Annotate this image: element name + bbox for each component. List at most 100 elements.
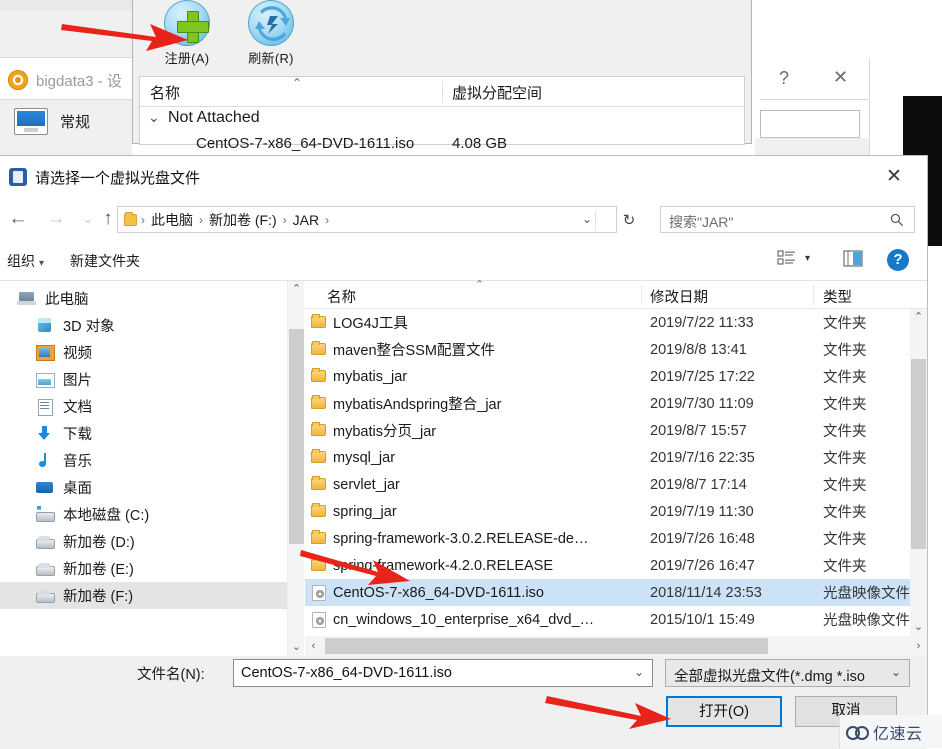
file-list-horizontal-scrollbar[interactable]: ‹ › xyxy=(305,636,927,656)
sidebar-item-music[interactable]: 音乐 xyxy=(0,447,287,474)
refresh-tool-label: 刷新(R) xyxy=(248,51,294,66)
file-name: LOG4J工具 xyxy=(333,316,408,332)
scroll-down-icon[interactable]: ⌄ xyxy=(910,619,927,636)
sidebar-item-desktop[interactable]: 桌面 xyxy=(0,474,287,501)
view-list-icon[interactable] xyxy=(777,249,797,269)
open-button[interactable]: 打开(O) xyxy=(666,696,782,727)
forward-button[interactable]: → xyxy=(43,206,69,232)
table-row[interactable]: spring_jar 2019/7/19 11:30 文件夹 xyxy=(305,498,910,525)
new-folder-button[interactable]: 新建文件夹 xyxy=(70,251,140,271)
register-tool-label: 注册(A) xyxy=(164,51,210,66)
file-list-rows: LOG4J工具 2019/7/22 11:33 文件夹 maven整合SSM配置文件… xyxy=(305,309,910,636)
column-header-type[interactable]: 类型 xyxy=(823,286,852,307)
refresh-icon xyxy=(248,0,294,46)
back-button[interactable]: ← xyxy=(5,206,31,232)
sidebar-label-documents: 文档 xyxy=(63,400,92,416)
scroll-up-icon[interactable]: ⌃ xyxy=(910,309,927,326)
file-name: spring-framework-3.0.2.RELEASE-de… xyxy=(333,530,589,547)
scrollbar-thumb[interactable] xyxy=(911,359,926,549)
table-row[interactable]: spring-framework-3.0.2.RELEASE-de… 2019/7… xyxy=(305,525,910,552)
chevron-down-icon[interactable]: ⌄ xyxy=(148,109,160,126)
sidebar-item-local-disk-c[interactable]: 本地磁盘 (C:) xyxy=(0,501,287,528)
column-header-date[interactable]: 修改日期 xyxy=(650,286,708,307)
column-header-name[interactable]: 名称 xyxy=(327,286,356,307)
chevron-down-icon[interactable]: ⌄ xyxy=(634,665,644,679)
sidebar-item-downloads[interactable]: 下载 xyxy=(0,420,287,447)
file-date: 2015/10/1 15:49 xyxy=(650,611,755,628)
bg-sidebar-item-general[interactable]: 常规 xyxy=(14,108,90,135)
file-list-vertical-scrollbar[interactable]: ⌃ ⌄ xyxy=(910,309,927,636)
address-bar[interactable]: › 此电脑 › 新加卷 (F:) › JAR › ⌄ ↻ xyxy=(117,206,635,233)
vmm-media-list: ⌃ 名称 虚拟分配空间 ⌄ Not Attached CentOS-7-x86_… xyxy=(139,76,745,152)
breadcrumb-item-1[interactable]: 新加卷 (F:) xyxy=(205,210,281,230)
file-name: spring_jar xyxy=(333,503,397,520)
sidebar-item-volume-d[interactable]: 新加卷 (D:) xyxy=(0,528,287,555)
bg-window-right-edge xyxy=(869,58,870,156)
table-row[interactable]: mybatis_jar 2019/7/25 17:22 文件夹 xyxy=(305,363,910,390)
table-row[interactable]: spring-framework-4.2.0.RELEASE 2019/7/26 … xyxy=(305,552,910,579)
breadcrumb-item-0[interactable]: 此电脑 xyxy=(147,210,197,230)
sidebar-item-pictures[interactable]: 图片 xyxy=(0,366,287,393)
filetype-combobox[interactable]: 全部虚拟光盘文件(*.dmg *.iso ⌄ xyxy=(665,659,910,687)
sidebar-item-this-pc[interactable]: 此电脑 xyxy=(0,285,287,312)
scroll-up-icon[interactable]: ⌃ xyxy=(288,281,305,298)
table-row[interactable]: servlet_jar 2019/8/7 17:14 文件夹 xyxy=(305,471,910,498)
bg-window-textfield[interactable] xyxy=(760,110,860,138)
table-row[interactable]: mysql_jar 2019/7/16 22:35 文件夹 xyxy=(305,444,910,471)
vmm-sort-caret-icon: ⌃ xyxy=(292,76,303,90)
preview-pane-icon[interactable] xyxy=(843,249,865,269)
refresh-icon[interactable]: ↻ xyxy=(618,210,640,231)
table-row[interactable]: LOG4J工具 2019/7/22 11:33 文件夹 xyxy=(305,309,910,336)
local-disk-icon xyxy=(35,506,55,523)
file-type: 文件夹 xyxy=(823,451,867,467)
sidebar-label-downloads: 下载 xyxy=(63,427,92,443)
breadcrumb-item-2[interactable]: JAR xyxy=(289,212,323,228)
filename-value: CentOS-7-x86_64-DVD-1611.iso xyxy=(241,665,452,681)
bg-sidebar-item-label: 常规 xyxy=(60,114,91,131)
chevron-down-icon[interactable]: ⌄ xyxy=(582,212,592,226)
scrollbar-thumb[interactable] xyxy=(289,329,304,544)
folder-icon xyxy=(311,341,327,357)
table-row[interactable]: mybatis分页_jar 2019/8/7 15:57 文件夹 xyxy=(305,417,910,444)
sidebar-item-3d-objects[interactable]: 3D 对象 xyxy=(0,312,287,339)
bg-window-help-button[interactable]: ? xyxy=(779,68,789,89)
vmm-col-size[interactable]: 虚拟分配空间 xyxy=(452,82,542,103)
navigation-pane-scrollbar[interactable]: ⌃ ⌄ xyxy=(287,281,304,656)
sidebar-item-videos[interactable]: 视频 xyxy=(0,339,287,366)
sidebar-item-volume-f[interactable]: 新加卷 (F:) xyxy=(0,582,287,609)
bg-window-close-button[interactable]: ✕ xyxy=(833,67,848,88)
table-row[interactable]: maven整合SSM配置文件 2019/8/8 13:41 文件夹 xyxy=(305,336,910,363)
3d-objects-icon xyxy=(35,317,54,334)
file-name: mysql_jar xyxy=(333,449,396,466)
sidebar-label-pictures: 图片 xyxy=(63,373,92,389)
vmm-col-name[interactable]: 名称 xyxy=(150,82,180,103)
search-icon xyxy=(890,213,904,227)
table-row-selected[interactable]: CentOS-7-x86_64-DVD-1611.iso 2018/11/14 2… xyxy=(305,579,910,606)
view-options-caret-icon[interactable]: ▾ xyxy=(805,253,810,264)
chevron-down-icon[interactable]: ⌄ xyxy=(891,665,901,679)
file-type: 光盘映像文件 xyxy=(823,586,910,602)
scrollbar-thumb[interactable] xyxy=(325,638,768,654)
table-row[interactable]: mybatisAndspring整合_jar 2019/7/30 11:09 文件夹 xyxy=(305,390,910,417)
scroll-down-icon[interactable]: ⌄ xyxy=(288,639,305,656)
register-tool-button[interactable]: 注册(A) xyxy=(145,0,229,67)
scroll-left-icon[interactable]: ‹ xyxy=(305,636,322,656)
documents-icon xyxy=(35,398,54,416)
refresh-tool-button[interactable]: 刷新(R) xyxy=(229,0,313,67)
sidebar-item-volume-e[interactable]: 新加卷 (E:) xyxy=(0,555,287,582)
organize-button[interactable]: 组织 ▾ xyxy=(7,251,44,271)
breadcrumb-sep-2: › xyxy=(282,212,287,227)
filename-input[interactable]: CentOS-7-x86_64-DVD-1611.iso ⌄ xyxy=(233,659,653,687)
help-icon[interactable]: ? xyxy=(887,249,909,271)
search-input[interactable]: 搜索"JAR" xyxy=(669,212,733,232)
sidebar-label-this-pc: 此电脑 xyxy=(45,292,89,308)
dialog-close-button[interactable]: ✕ xyxy=(877,164,911,190)
search-box[interactable]: 搜索"JAR" xyxy=(660,206,915,233)
sidebar-item-documents[interactable]: 文档 xyxy=(0,393,287,420)
scroll-right-icon[interactable]: › xyxy=(910,636,927,656)
file-name: mybatis_jar xyxy=(333,368,408,385)
table-row[interactable]: cn_windows_10_enterprise_x64_dvd_… 2015/1… xyxy=(305,606,910,633)
dialog-title: 请选择一个虚拟光盘文件 xyxy=(35,170,201,187)
sidebar-label-volume-d: 新加卷 (D:) xyxy=(63,535,135,551)
vmm-group-row[interactable]: ⌄ Not Attached xyxy=(140,107,744,133)
